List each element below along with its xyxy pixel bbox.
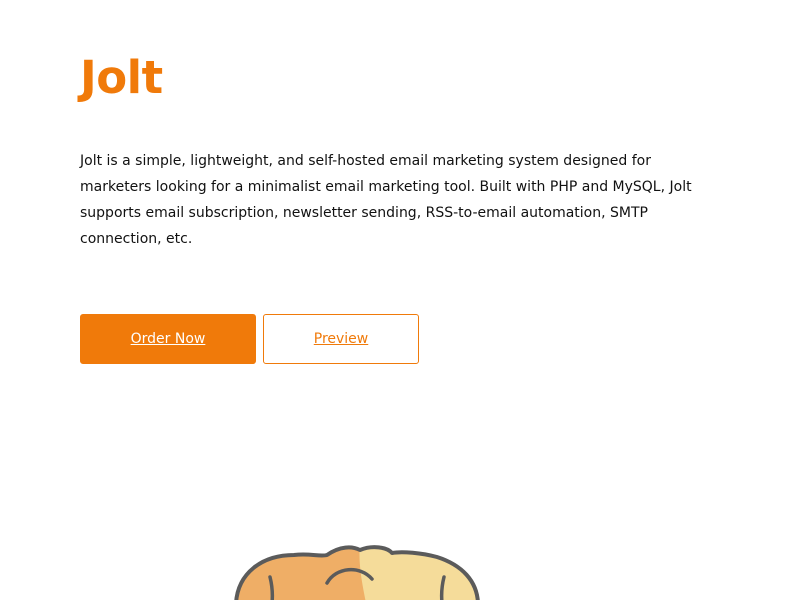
mascot-illustration: [234, 545, 480, 600]
product-description: Jolt is a simple, lightweight, and self-…: [80, 153, 692, 247]
preview-button[interactable]: Preview: [263, 314, 419, 364]
order-now-button[interactable]: Order Now: [80, 314, 256, 364]
product-title: Jolt: [80, 51, 163, 104]
